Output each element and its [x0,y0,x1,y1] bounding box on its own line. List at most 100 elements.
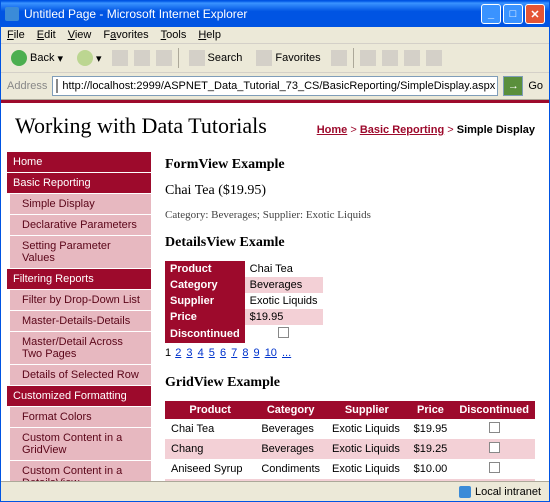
star-icon [256,50,272,66]
table-row: Chai TeaBeveragesExotic Liquids$19.95 [165,419,535,439]
dv-header: Product [165,261,245,277]
pager-link[interactable]: 10 [265,347,277,359]
refresh-icon[interactable] [134,50,150,66]
status-bar: Local intranet [1,481,549,501]
zone-icon [459,486,471,498]
search-label: Search [208,52,243,64]
ie-icon [5,7,19,21]
sidebar-item[interactable]: Custom Content in a DetailsView [7,461,151,481]
pager-link[interactable]: 2 [175,347,181,359]
crumb-current: Simple Display [457,124,535,136]
toolbar: Back ▾ ▾ Search Favorites [1,44,549,73]
breadcrumb: Home > Basic Reporting > Simple Display [317,124,535,136]
forward-button[interactable]: ▾ [73,48,106,68]
back-label: Back [30,52,54,64]
checkbox [489,422,500,433]
sidebar-category[interactable]: Home [7,152,151,172]
pager-link[interactable]: 9 [254,347,260,359]
sidebar-item[interactable]: Declarative Parameters [7,215,151,235]
dv-value: Exotic Liquids [245,293,323,309]
sidebar-item[interactable]: Format Colors [7,407,151,427]
home-icon[interactable] [156,50,172,66]
pager-link[interactable]: 7 [231,347,237,359]
dv-value: Beverages [245,277,323,293]
sidebar-item[interactable]: Setting Parameter Values [7,236,151,268]
address-input[interactable]: http://localhost:2999/ASPNET_Data_Tutori… [52,76,498,96]
gridview-heading: GridView Example [165,375,535,391]
back-icon [11,50,27,66]
menubar: File Edit View Favorites Tools Help [1,27,549,44]
favorites-button[interactable]: Favorites [252,48,324,68]
back-button[interactable]: Back ▾ [7,48,67,68]
checkbox [489,442,500,453]
gv-header: Supplier [326,401,408,419]
gv-header: Category [255,401,326,419]
favorites-label: Favorites [275,52,320,64]
gv-header: Discontinued [453,401,535,419]
pager-link[interactable]: 6 [220,347,226,359]
crumb-basic-reporting[interactable]: Basic Reporting [360,124,444,136]
sidebar-item[interactable]: Details of Selected Row [7,365,151,385]
print-icon[interactable] [382,50,398,66]
detailsview-table: ProductChai TeaCategoryBeveragesSupplier… [165,261,323,343]
sidebar-item[interactable]: Master/Detail Across Two Pages [7,332,151,364]
search-icon [189,50,205,66]
titlebar: Untitled Page - Microsoft Internet Explo… [1,1,549,27]
menu-favorites[interactable]: Favorites [103,29,148,41]
checkbox [489,462,500,473]
edit-icon[interactable] [404,50,420,66]
menu-file[interactable]: File [7,29,25,41]
go-button[interactable]: → [503,76,523,96]
sidebar-item[interactable]: Master-Details-Details [7,311,151,331]
formview-meta: Category: Beverages; Supplier: Exotic Li… [165,209,535,221]
pager-link[interactable]: 3 [186,347,192,359]
gv-header: Price [408,401,454,419]
gv-header: Product [165,401,255,419]
zone-label: Local intranet [475,486,541,498]
pager-link[interactable]: 5 [209,347,215,359]
go-label: Go [528,80,543,92]
sidebar-item[interactable]: Custom Content in a GridView [7,428,151,460]
address-bar: Address http://localhost:2999/ASPNET_Dat… [1,73,549,100]
history-icon[interactable] [331,50,347,66]
dv-value: $19.95 [245,309,323,325]
minimize-button[interactable]: _ [481,4,501,24]
mail-icon[interactable] [360,50,376,66]
sidebar: HomeBasic ReportingSimple DisplayDeclara… [1,145,151,481]
page-icon [56,79,58,93]
pager-link[interactable]: ... [282,347,291,359]
menu-help[interactable]: Help [198,29,221,41]
checkbox [278,327,289,338]
main-content: FormView Example Chai Tea ($19.95) Categ… [151,145,549,481]
window-title: Untitled Page - Microsoft Internet Explo… [24,7,481,21]
content-area[interactable]: Working with Data Tutorials Home > Basic… [1,100,549,481]
dv-value: Chai Tea [245,261,323,277]
stop-icon[interactable] [112,50,128,66]
sidebar-item[interactable]: Filter by Drop-Down List [7,290,151,310]
dv-header: Price [165,309,245,325]
discuss-icon[interactable] [426,50,442,66]
sidebar-category[interactable]: Basic Reporting [7,173,151,193]
dv-header: Discontinued [165,325,245,343]
separator [353,48,354,68]
table-row: Chef Anton's Cajun SeasoningCondimentsNe… [165,479,535,481]
pager-link[interactable]: 8 [242,347,248,359]
sidebar-item[interactable]: Simple Display [7,194,151,214]
page-title: Working with Data Tutorials [15,113,267,139]
close-button[interactable]: ✕ [525,4,545,24]
maximize-button[interactable]: □ [503,4,523,24]
pager: 1 2 3 4 5 6 7 8 9 10 ... [165,347,535,359]
menu-tools[interactable]: Tools [161,29,187,41]
sidebar-category[interactable]: Customized Formatting [7,386,151,406]
sidebar-category[interactable]: Filtering Reports [7,269,151,289]
menu-view[interactable]: View [68,29,92,41]
search-button[interactable]: Search [185,48,247,68]
detailsview-heading: DetailsView Examle [165,235,535,251]
pager-link[interactable]: 4 [198,347,204,359]
crumb-home[interactable]: Home [317,124,348,136]
menu-edit[interactable]: Edit [37,29,56,41]
gridview-table: ProductCategorySupplierPriceDiscontinued… [165,401,535,481]
address-url: http://localhost:2999/ASPNET_Data_Tutori… [62,80,495,92]
address-label: Address [7,80,47,92]
ie-window: Untitled Page - Microsoft Internet Explo… [0,0,550,502]
